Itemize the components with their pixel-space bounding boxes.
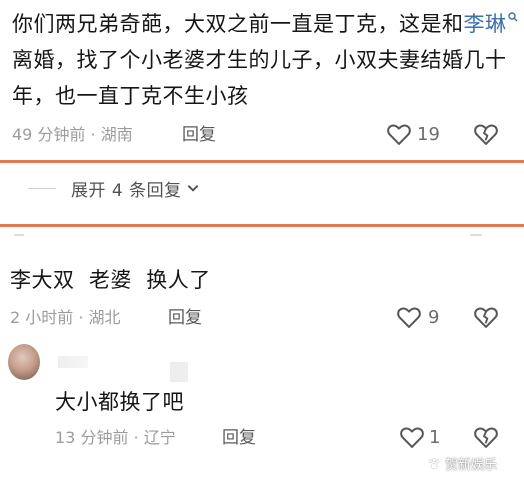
watermark: 贺新娱乐 [427, 454, 497, 473]
comment-meta: 49 分钟前 · 湖南 [12, 125, 133, 144]
chevron-down-icon [187, 185, 198, 192]
search-icon [507, 12, 517, 22]
like-count: 1 [429, 427, 441, 448]
reply-button[interactable]: 回复 [182, 124, 216, 146]
divider-line-top [0, 160, 524, 163]
heart-icon[interactable] [385, 120, 413, 148]
heart-icon[interactable] [395, 303, 423, 331]
paw-icon [428, 457, 440, 469]
faint-fragment [470, 234, 482, 236]
avatar[interactable] [8, 344, 40, 380]
divider-dash [28, 187, 56, 189]
broken-heart-icon[interactable] [472, 423, 500, 451]
like-count: 9 [428, 307, 440, 328]
like-count: 19 [417, 124, 440, 145]
reply-button[interactable]: 回复 [222, 427, 256, 449]
comment-text: 李大双 老婆 换人了 [10, 268, 211, 292]
username-suffix [170, 362, 188, 382]
faint-fragment [14, 234, 24, 236]
watermark-text: 贺新娱乐 [445, 458, 498, 473]
expand-replies-label: 展开 4 条回复 [71, 180, 182, 201]
comment-text: 你们两兄弟奇葩，大双之前一直是丁克，这是和李琳离婚，找了个小老婆才生的儿子，小双… [12, 6, 518, 114]
comment-text: 大小都换了吧 [55, 390, 184, 414]
mention-link[interactable]: 李琳 [464, 12, 507, 36]
comment-meta: 13 分钟前 · 辽宁 [55, 428, 176, 447]
comment-text-part: 你们两兄弟奇葩，大双之前一直是丁克，这是和 [12, 12, 464, 36]
broken-heart-icon[interactable] [472, 303, 500, 331]
broken-heart-icon[interactable] [472, 120, 500, 148]
username[interactable] [58, 356, 88, 368]
reply-button[interactable]: 回复 [168, 307, 202, 329]
comment-text-part: 离婚，找了个小老婆才生的儿子，小双夫妻结婚几十年，也一直丁克不生小孩 [12, 48, 507, 108]
expand-replies-button[interactable]: 展开 4 条回复 [28, 170, 200, 206]
comment-meta: 2 小时前 · 湖北 [10, 308, 121, 327]
divider-line-bottom [0, 224, 524, 227]
heart-icon[interactable] [398, 423, 426, 451]
